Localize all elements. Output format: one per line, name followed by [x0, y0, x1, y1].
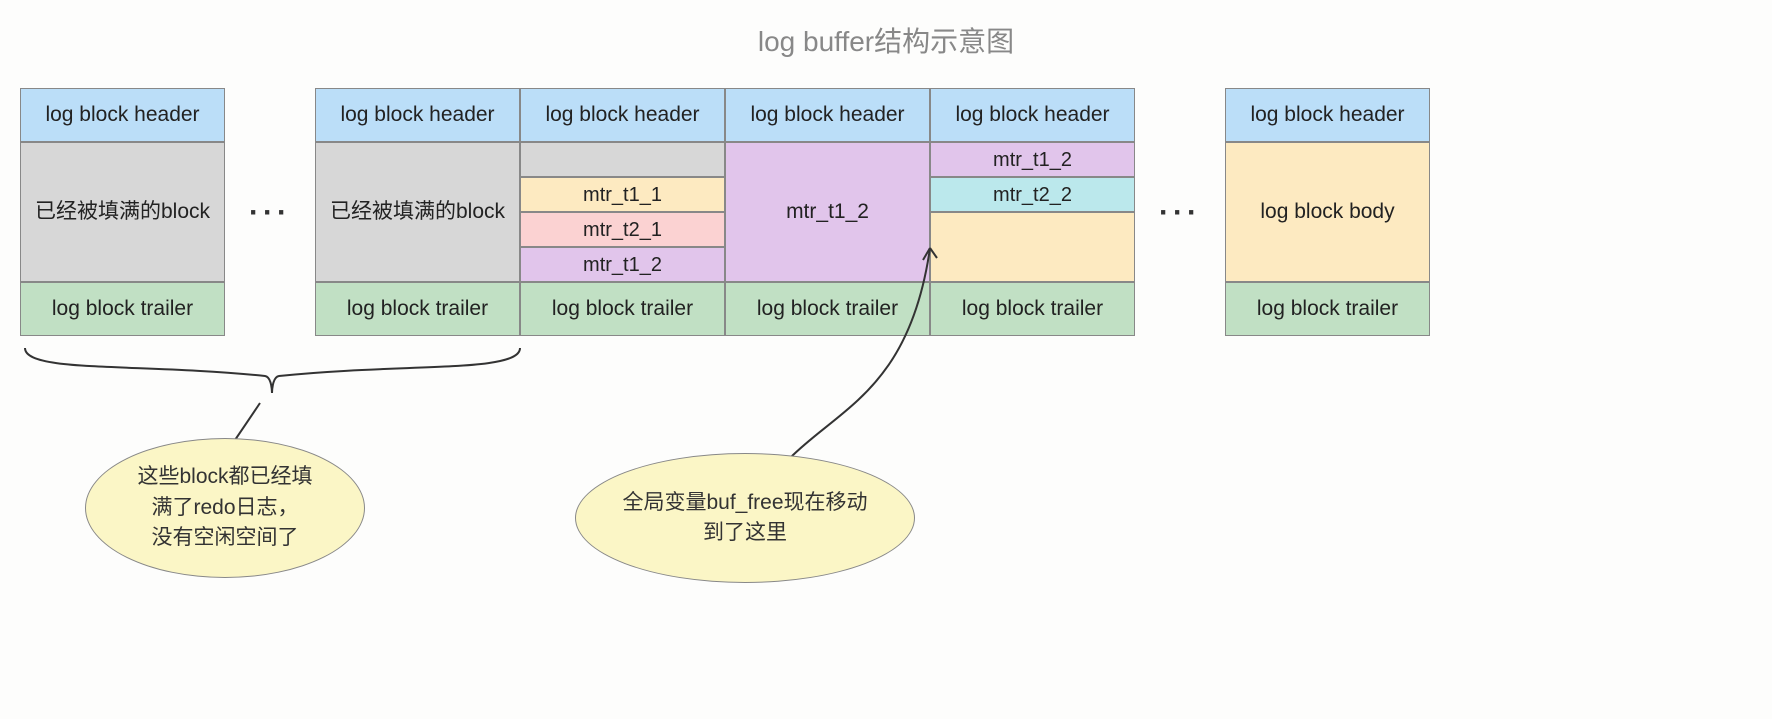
block-header: log block header	[520, 88, 725, 142]
block-header: log block header	[20, 88, 225, 142]
mtr-t2-1: mtr_t2_1	[520, 212, 725, 247]
block-header: log block header	[725, 88, 930, 142]
block-body-segment	[520, 142, 725, 177]
block-header: log block header	[1225, 88, 1430, 142]
callout-filled-blocks: 这些block都已经填 满了redo日志， 没有空闲空间了	[85, 438, 365, 578]
block-trailer: log block trailer	[1225, 282, 1430, 336]
block-body-remaining	[930, 212, 1135, 282]
block-body: log block body	[1225, 142, 1430, 282]
block-4: log block header mtr_t1_2 log block trai…	[725, 88, 930, 336]
diagram-title: log buffer结构示意图	[20, 20, 1752, 60]
block-trailer: log block trailer	[20, 282, 225, 336]
block-header: log block header	[315, 88, 520, 142]
callout-text: 这些block都已经填 满了redo日志， 没有空闲空间了	[137, 462, 312, 553]
block-trailer: log block trailer	[725, 282, 930, 336]
block-body-full: 已经被填满的block	[315, 142, 520, 282]
block-trailer: log block trailer	[520, 282, 725, 336]
mtr-t1-2-small: mtr_t1_2	[930, 142, 1135, 177]
block-1: log block header 已经被填满的block log block t…	[20, 88, 225, 336]
block-header: log block header	[930, 88, 1135, 142]
block-last: log block header log block body log bloc…	[1225, 88, 1430, 336]
block-5: log block header mtr_t1_2 mtr_t2_2 log b…	[930, 88, 1135, 336]
block-body-full: 已经被填满的block	[20, 142, 225, 282]
ellipsis: ···	[225, 88, 315, 338]
mtr-t1-2: mtr_t1_2	[520, 247, 725, 282]
mtr-t1-2-large: mtr_t1_2	[725, 142, 930, 282]
ellipsis: ···	[1135, 88, 1225, 338]
block-trailer: log block trailer	[315, 282, 520, 336]
callout-buf-free: 全局变量buf_free现在移动 到了这里	[575, 453, 915, 583]
mtr-t2-2: mtr_t2_2	[930, 177, 1135, 212]
block-2: log block header 已经被填满的block log block t…	[315, 88, 520, 336]
block-3: log block header mtr_t1_1 mtr_t2_1 mtr_t…	[520, 88, 725, 336]
block-trailer: log block trailer	[930, 282, 1135, 336]
blocks-row: log block header 已经被填满的block log block t…	[20, 88, 1752, 338]
mtr-t1-1: mtr_t1_1	[520, 177, 725, 212]
callout-text: 全局变量buf_free现在移动 到了这里	[622, 488, 867, 549]
